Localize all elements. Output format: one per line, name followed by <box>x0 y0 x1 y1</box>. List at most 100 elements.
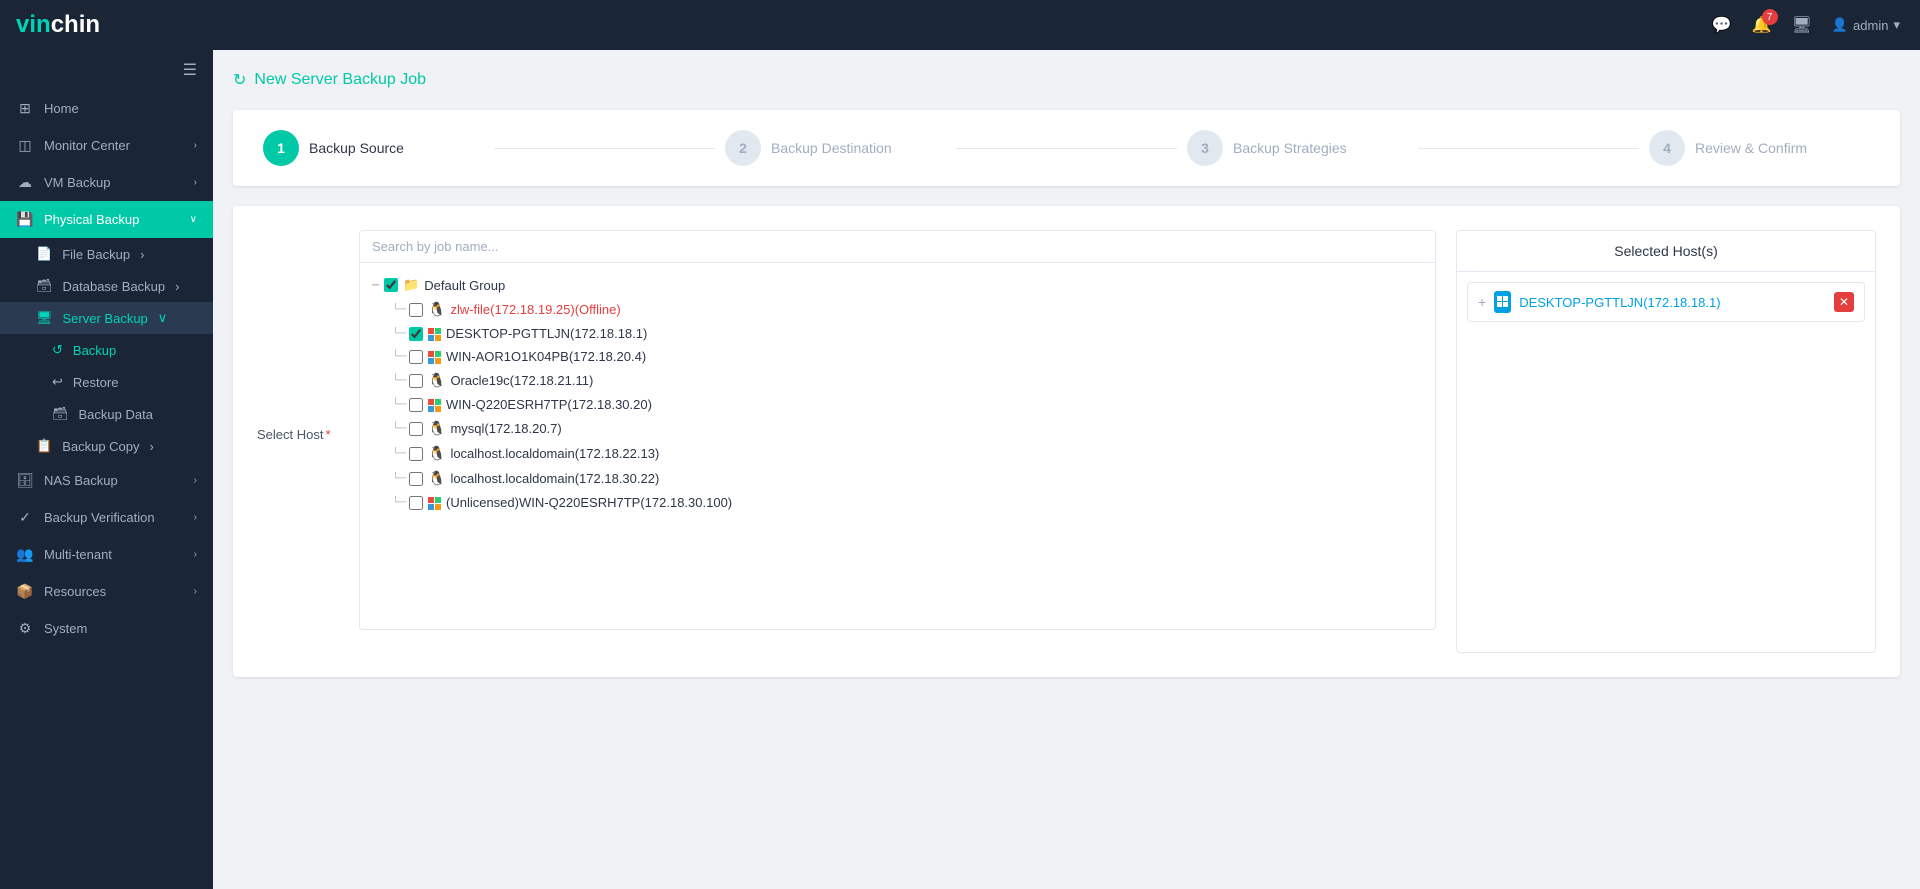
tree-checkbox-unlicensed[interactable] <box>409 496 423 510</box>
selected-host-item: + DESKTOP-PGTTLJN(172.18.18.1) <box>1467 282 1865 322</box>
selected-hosts-body: + DESKTOP-PGTTLJN(172.18.18.1) <box>1457 272 1875 652</box>
tree-section: Select Host * ─ 📁 Default Group <box>257 230 1436 630</box>
chevron-right-icon-mt: › <box>194 549 197 560</box>
selected-host-name: DESKTOP-PGTTLJN(172.18.18.1) <box>1519 295 1826 310</box>
sidebar-item-backup-copy[interactable]: 📋 Backup Copy › <box>0 430 213 462</box>
file-backup-icon: 📄 <box>36 246 52 262</box>
tree-area: ─ 📁 Default Group └─ <box>360 263 1435 524</box>
sidebar-item-monitor-center[interactable]: ◫ Monitor Center › <box>0 127 213 164</box>
tree-node-zlw-file[interactable]: └─ 🐧 zlw-file(172.18.19.25)(Offline) <box>390 297 1425 322</box>
sidebar-item-backup-label: Backup <box>73 343 116 358</box>
sidebar-item-file-backup[interactable]: 📄 File Backup › <box>0 238 213 270</box>
linux-icon-zlw: 🐧 <box>428 301 445 318</box>
tree-checkbox-winq[interactable] <box>409 398 423 412</box>
tree-checkbox-desktop[interactable] <box>409 327 423 341</box>
linux-icon-oracle: 🐧 <box>428 372 445 389</box>
host-tree-container: ─ 📁 Default Group └─ <box>359 230 1436 630</box>
user-chevron-icon: ▾ <box>1893 17 1900 33</box>
sidebar-item-server-backup[interactable]: 🖥 Server Backup ∨ <box>0 302 213 334</box>
step-label-3: Backup Strategies <box>1233 140 1347 156</box>
linux-icon-localhost2: 🐧 <box>428 470 445 487</box>
sidebar-item-backup[interactable]: ↺ Backup <box>0 334 213 366</box>
sidebar-item-resources[interactable]: 📦 Resources › <box>0 573 213 610</box>
default-group-label: Default Group <box>424 278 505 293</box>
tree-checkbox-default-group[interactable] <box>384 278 398 292</box>
step-label-2: Backup Destination <box>771 140 892 156</box>
step-circle-2: 2 <box>725 130 761 166</box>
tree-node-unlicensed[interactable]: └─ (Unlicensed)WIN-Q220ESRH7TP(172.18 <box>390 491 1425 514</box>
sidebar-item-vm-backup[interactable]: ☁ VM Backup › <box>0 164 213 201</box>
wizard-step-1[interactable]: 1 Backup Source <box>263 130 484 166</box>
tree-checkbox-localhost1[interactable] <box>409 447 423 461</box>
server-backup-icon: 🖥 <box>36 310 53 326</box>
tree-node-oracle[interactable]: └─ 🐧 Oracle19c(172.18.21.11) <box>390 368 1425 393</box>
restore-icon: ↩ <box>52 374 63 390</box>
user-menu[interactable]: 👤 admin ▾ <box>1832 17 1900 33</box>
chevron-right-icon: › <box>194 140 197 151</box>
tree-children: └─ 🐧 zlw-file(172.18.19.25)(Offline) └─ <box>370 297 1425 514</box>
selected-host-windows-icon <box>1494 291 1511 313</box>
sidebar-item-system-label: System <box>44 621 87 636</box>
topbar: 💬 🔔 7 🖥 👤 admin ▾ <box>213 0 1920 50</box>
windows-icon-desktop <box>428 326 441 341</box>
wizard-step-2[interactable]: 2 Backup Destination <box>725 130 946 166</box>
sidebar-item-monitor-label: Monitor Center <box>44 138 130 153</box>
chevron-down-icon-server: ∨ <box>158 310 168 326</box>
remove-host-button[interactable]: ✕ <box>1834 292 1854 312</box>
tree-checkbox-oracle[interactable] <box>409 374 423 388</box>
form-card: Select Host * ─ 📁 Default Group <box>233 206 1900 677</box>
tree-node-label-winq: WIN-Q220ESRH7TP(172.18.30.20) <box>446 397 652 412</box>
search-input[interactable] <box>360 231 1435 263</box>
sidebar-item-backup-verification[interactable]: ✓ Backup Verification › <box>0 499 213 536</box>
step-label-4: Review & Confirm <box>1695 140 1807 156</box>
step-label-1: Backup Source <box>309 140 404 156</box>
sidebar-item-backup-data[interactable]: 🗃 Backup Data <box>0 398 213 430</box>
user-label: admin <box>1853 18 1888 33</box>
tree-line-desktop: └─ <box>392 328 404 339</box>
user-icon: 👤 <box>1832 17 1848 33</box>
sidebar-item-restore[interactable]: ↩ Restore <box>0 366 213 398</box>
add-icon: + <box>1478 294 1486 310</box>
tree-line-winaor: └─ <box>392 351 404 362</box>
tree-node-label-mysql: mysql(172.18.20.7) <box>450 421 561 436</box>
tree-node-localhost2[interactable]: └─ 🐧 localhost.localdomain(172.18.30.22) <box>390 466 1425 491</box>
sidebar-item-vm-backup-label: VM Backup <box>44 175 110 190</box>
tree-node-default-group[interactable]: ─ 📁 Default Group <box>370 273 1425 297</box>
sidebar-item-backup-copy-label: Backup Copy <box>62 439 139 454</box>
sidebar-toggle[interactable]: ☰ <box>0 50 213 90</box>
logo: vinchin <box>0 0 213 50</box>
tree-checkbox-localhost2[interactable] <box>409 472 423 486</box>
wizard-step-3[interactable]: 3 Backup Strategies <box>1187 130 1408 166</box>
tree-collapse-icon[interactable]: ─ <box>372 280 379 291</box>
tree-node-winq[interactable]: └─ WIN-Q220ESRH7TP(172.18.30.20) <box>390 393 1425 416</box>
tree-node-mysql[interactable]: └─ 🐧 mysql(172.18.20.7) <box>390 416 1425 441</box>
sidebar-item-physical-backup[interactable]: 💾 Physical Backup ∨ <box>0 201 213 238</box>
chevron-right-icon-res: › <box>194 586 197 597</box>
sidebar-item-database-backup[interactable]: 🗃 Database Backup › <box>0 270 213 302</box>
chat-icon[interactable]: 💬 <box>1712 15 1732 35</box>
selected-hosts-panel: Selected Host(s) + <box>1456 230 1876 653</box>
tree-line-unlicensed: └─ <box>392 497 404 508</box>
tree-node-desktop[interactable]: └─ DESKTOP-PGTTLJN(172.18.18.1) <box>390 322 1425 345</box>
tree-checkbox-zlw[interactable] <box>409 303 423 317</box>
sidebar-item-home[interactable]: ⊞ Home <box>0 90 213 127</box>
wizard-step-4[interactable]: 4 Review & Confirm <box>1649 130 1870 166</box>
physical-backup-icon: 💾 <box>16 211 34 228</box>
sidebar-item-file-backup-label: File Backup <box>62 247 130 262</box>
notification-bell[interactable]: 🔔 7 <box>1752 15 1772 35</box>
sidebar-item-nas-backup[interactable]: 🗄 NAS Backup › <box>0 462 213 499</box>
tree-node-label-localhost1: localhost.localdomain(172.18.22.13) <box>450 446 659 461</box>
linux-icon-localhost1: 🐧 <box>428 445 445 462</box>
tree-checkbox-winaor[interactable] <box>409 350 423 364</box>
required-marker: * <box>325 427 330 442</box>
tree-checkbox-mysql[interactable] <box>409 422 423 436</box>
tree-node-localhost1[interactable]: └─ 🐧 localhost.localdomain(172.18.22.13) <box>390 441 1425 466</box>
sidebar-item-system[interactable]: ⚙ System <box>0 610 213 647</box>
sidebar-item-backup-data-label: Backup Data <box>79 407 153 422</box>
chevron-right-icon-vm: › <box>194 177 197 188</box>
wizard-steps: 1 Backup Source 2 Backup Destination 3 B… <box>233 110 1900 186</box>
sidebar-item-multi-tenant[interactable]: 👥 Multi-tenant › <box>0 536 213 573</box>
hamburger-icon: ☰ <box>183 60 197 80</box>
monitor-display-icon[interactable]: 🖥 <box>1792 15 1812 35</box>
tree-node-win-aor[interactable]: └─ WIN-AOR1O1K04PB(172.18.20.4) <box>390 345 1425 368</box>
